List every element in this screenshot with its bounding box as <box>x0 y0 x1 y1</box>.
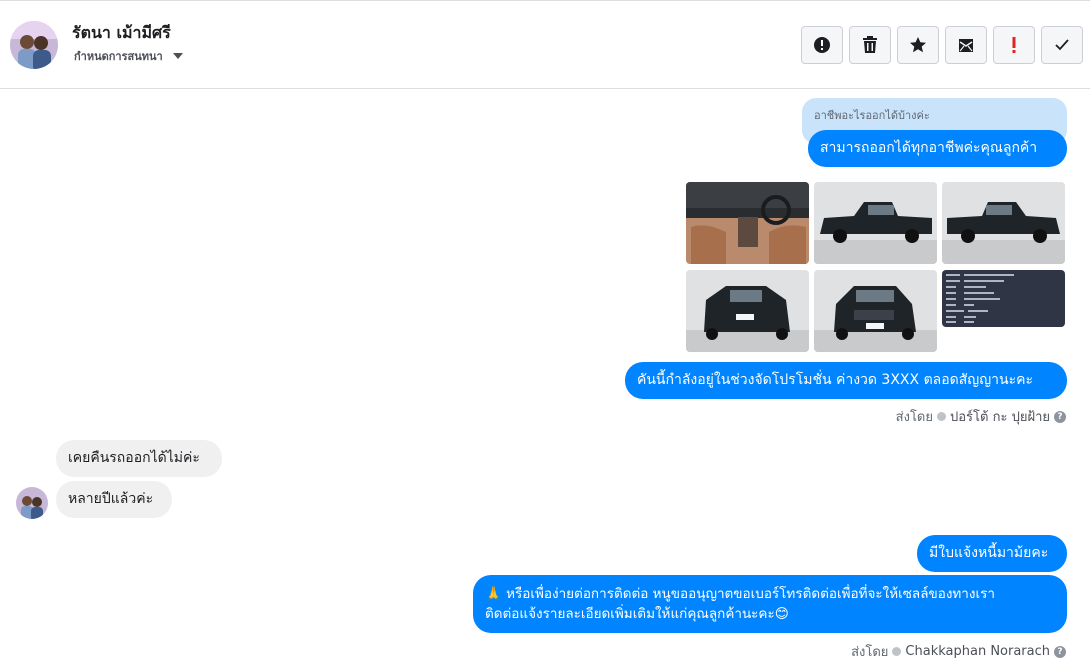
mark-done-button[interactable] <box>1041 26 1083 64</box>
outgoing-message[interactable]: คันนี้กำลังอยู่ในช่วงจัดโปรโมชั่น ค่างวด… <box>625 362 1067 399</box>
exclamation-icon <box>1012 37 1016 53</box>
checkmark-icon <box>1055 39 1069 51</box>
message-line: 🙏 หรือเพื่อง่ายต่อการติดต่อ หนูขออนุญาตข… <box>485 586 995 602</box>
car-photo-side-left[interactable] <box>814 182 937 264</box>
verified-icon <box>892 647 902 656</box>
header-actions <box>801 26 1083 64</box>
car-photo-front[interactable] <box>814 270 937 352</box>
conversation-header: รัตนา เม้ามีศรี กำหนดการสนทนา <box>0 0 1090 89</box>
conversation-settings-dropdown[interactable]: กำหนดการสนทนา <box>74 47 183 65</box>
trash-icon <box>863 36 877 53</box>
sent-by-info: ส่งโดย Chakkaphan Norarach ? <box>851 641 1066 662</box>
mark-unread-envelope-icon <box>959 39 973 52</box>
car-spec-sheet[interactable] <box>942 270 1065 327</box>
incoming-message[interactable]: หลายปีแล้วค่ะ <box>56 481 172 518</box>
delete-button[interactable] <box>849 26 891 64</box>
car-photo-side-right[interactable] <box>942 182 1065 264</box>
alert-circle-icon <box>814 37 830 53</box>
message-line: ติดต่อแจ้งรายละเอียดเพิ่มเติมให้แก่คุณลู… <box>485 606 789 622</box>
agent-name[interactable]: ปอร์โต้ กะ ปุยฝ้าย <box>950 406 1050 427</box>
star-button[interactable] <box>897 26 939 64</box>
incoming-message[interactable]: เคยคืนรถออกได้ไม่ค่ะ <box>56 440 222 477</box>
help-icon[interactable]: ? <box>1054 410 1066 423</box>
help-icon[interactable]: ? <box>1054 645 1066 658</box>
report-button[interactable] <box>801 26 843 64</box>
follow-up-button[interactable] <box>993 26 1035 64</box>
contact-avatar-small[interactable] <box>16 487 48 519</box>
verified-icon <box>937 412 946 421</box>
outgoing-message[interactable]: สามารถออกได้ทุกอาชีพค่ะคุณลูกค้า <box>808 130 1067 167</box>
agent-name[interactable]: Chakkaphan Norarach <box>905 644 1050 659</box>
conversation-settings-label: กำหนดการสนทนา <box>74 50 163 63</box>
contact-name[interactable]: รัตนา เม้ามีศรี <box>72 21 171 46</box>
sent-by-info: ส่งโดย ปอร์โต้ กะ ปุยฝ้าย ? <box>896 406 1066 427</box>
car-photo-interior[interactable] <box>686 182 809 264</box>
car-photo-rear[interactable] <box>686 270 809 352</box>
mark-unread-button[interactable] <box>945 26 987 64</box>
star-icon <box>910 37 926 53</box>
sent-by-label: ส่งโดย <box>895 410 933 425</box>
outgoing-message-multiline[interactable]: 🙏 หรือเพื่อง่ายต่อการติดต่อ หนูขออนุญาตข… <box>473 575 1067 633</box>
contact-avatar[interactable] <box>10 21 58 69</box>
chevron-down-icon <box>172 53 183 59</box>
outgoing-message[interactable]: มีใบแจ้งหนี้มาม้ยคะ <box>917 535 1067 572</box>
sent-by-label: ส่งโดย <box>851 645 889 660</box>
